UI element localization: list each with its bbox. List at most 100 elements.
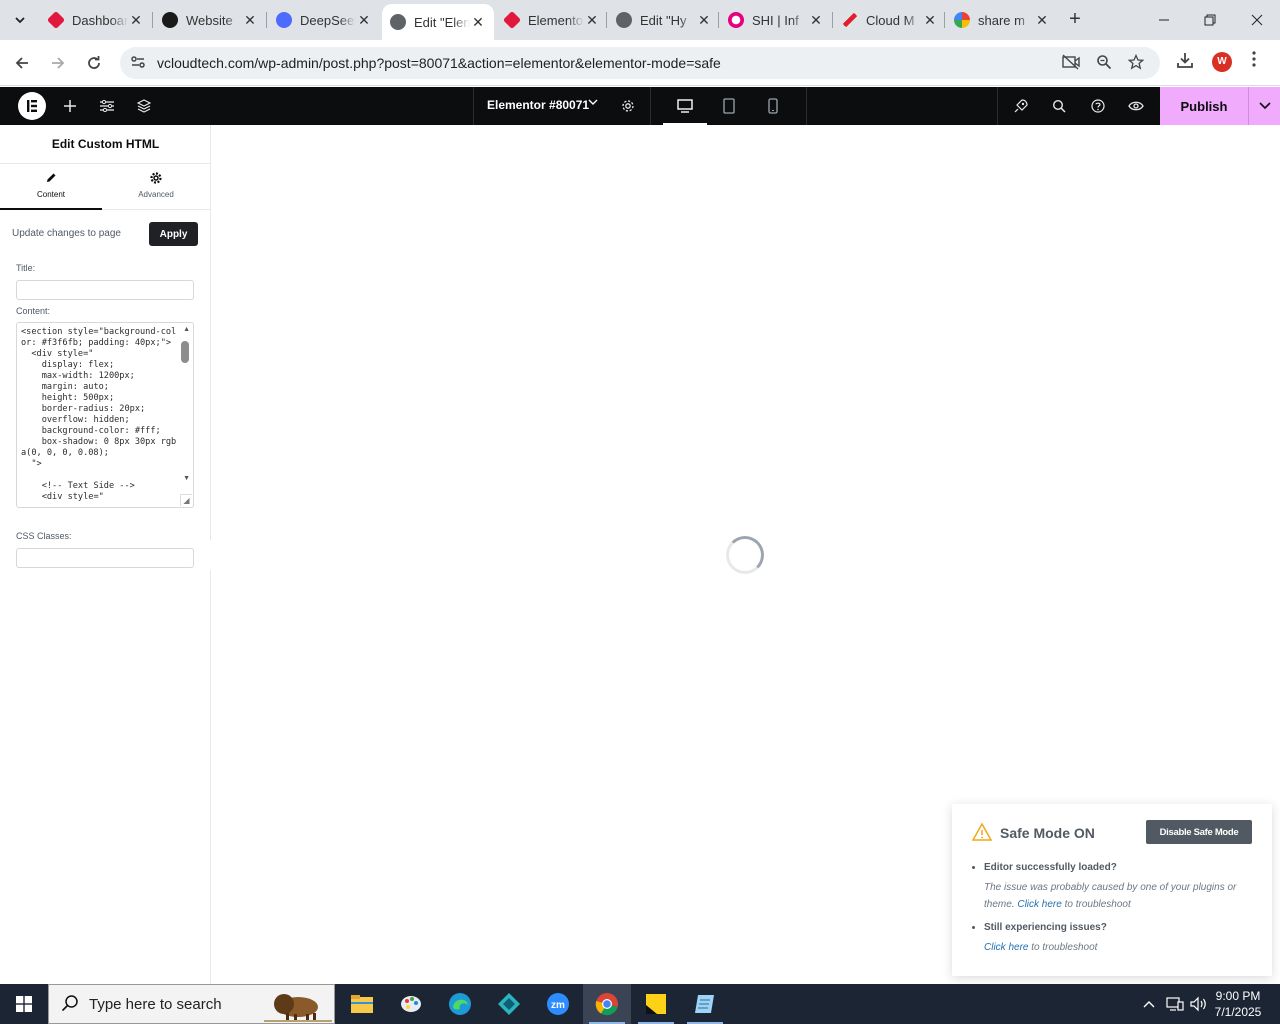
- restore-button[interactable]: [1187, 0, 1233, 40]
- camera-blocked-icon[interactable]: [1062, 54, 1080, 74]
- help-button[interactable]: [1088, 96, 1108, 116]
- document-title[interactable]: Elementor #80071: [487, 98, 589, 112]
- tray-expand-icon[interactable]: [1143, 996, 1155, 1011]
- browser-tab[interactable]: Dashboard ✕: [40, 4, 152, 36]
- clock-date: 7/1/2025: [1214, 1005, 1262, 1019]
- tablet-view-button[interactable]: [719, 96, 739, 116]
- network-icon[interactable]: [1166, 996, 1184, 1015]
- window-close-button[interactable]: [1234, 0, 1280, 40]
- tab-label: DeepSeek: [300, 12, 356, 28]
- add-element-button[interactable]: [60, 96, 80, 116]
- scrollbar-thumb[interactable]: [181, 341, 189, 363]
- finder-button[interactable]: [1049, 96, 1069, 116]
- start-button[interactable]: [0, 984, 48, 1024]
- close-icon[interactable]: ✕: [128, 12, 144, 29]
- download-icon[interactable]: [1176, 51, 1194, 74]
- list-item: Still experiencing issues? Click here to…: [984, 922, 1254, 956]
- browser-tab[interactable]: Cloud M ✕: [834, 4, 946, 36]
- close-icon[interactable]: ✕: [808, 12, 824, 29]
- tab-label: Advanced: [138, 190, 174, 199]
- content-label: Content:: [16, 306, 51, 316]
- page-settings-button[interactable]: [618, 96, 638, 116]
- browser-tab[interactable]: Elementor ✕: [496, 4, 608, 36]
- close-icon[interactable]: ✕: [242, 12, 258, 29]
- css-classes-input[interactable]: [16, 548, 194, 568]
- sticky-notes-app[interactable]: [632, 984, 680, 1024]
- taskbar-search[interactable]: Type here to search: [48, 984, 335, 1024]
- file-explorer-app[interactable]: [338, 984, 386, 1024]
- edge-app[interactable]: [436, 984, 484, 1024]
- site-settings-button[interactable]: [97, 96, 117, 116]
- taskbar-clock[interactable]: 9:00 PM 7/1/2025: [1210, 988, 1266, 1020]
- paint-app[interactable]: [387, 984, 435, 1024]
- close-icon[interactable]: ✕: [922, 12, 938, 29]
- item-title: Still experiencing issues?: [984, 922, 1107, 933]
- minimize-button[interactable]: [1141, 0, 1187, 40]
- notepad-app[interactable]: [681, 984, 729, 1024]
- arrow-right-icon: [52, 57, 65, 69]
- zoom-icon[interactable]: [1096, 54, 1112, 74]
- site-settings-icon[interactable]: [130, 54, 146, 73]
- back-button[interactable]: [10, 51, 34, 75]
- structure-button[interactable]: [134, 96, 154, 116]
- bookmark-star-icon[interactable]: [1127, 53, 1145, 74]
- tab-label: Cloud M: [866, 12, 915, 28]
- html-code-editor[interactable]: <section style="background-color: #f3f6f…: [16, 322, 194, 508]
- close-icon[interactable]: ✕: [584, 12, 600, 29]
- tab-advanced[interactable]: Advanced: [105, 164, 207, 210]
- address-bar[interactable]: vcloudtech.com/wp-admin/post.php?post=80…: [120, 47, 1160, 79]
- tab-label: Edit "Hy: [640, 12, 687, 28]
- disable-safe-mode-button[interactable]: Disable Safe Mode: [1146, 820, 1252, 844]
- notepad-icon: [695, 995, 714, 1013]
- desktop-icon: [677, 99, 693, 113]
- browser-tab[interactable]: Website ✕: [154, 4, 266, 36]
- plus-icon: [64, 100, 76, 112]
- close-icon[interactable]: ✕: [470, 14, 486, 31]
- zoom-app[interactable]: zm: [534, 984, 582, 1024]
- apply-button[interactable]: Apply: [149, 222, 198, 246]
- new-tab-button[interactable]: +: [1064, 9, 1086, 31]
- publish-options-button[interactable]: [1248, 87, 1280, 125]
- search-icon: [61, 994, 79, 1017]
- diamond-app-icon: [498, 993, 520, 1015]
- code-text[interactable]: <section style="background-color: #f3f6f…: [21, 327, 179, 503]
- forward-button[interactable]: [46, 51, 70, 75]
- desktop-view-button[interactable]: [675, 96, 695, 116]
- elementor-logo-button[interactable]: [18, 92, 46, 120]
- profile-avatar[interactable]: W: [1212, 52, 1232, 72]
- tab-content[interactable]: Content: [0, 164, 102, 210]
- edge-icon: [449, 993, 471, 1015]
- chrome-app[interactable]: [583, 984, 631, 1024]
- close-icon[interactable]: ✕: [1034, 12, 1050, 29]
- browser-tab[interactable]: DeepSeek ✕: [268, 4, 380, 36]
- browser-tab-active[interactable]: Edit "Elementor" ✕: [382, 4, 494, 40]
- browser-tab[interactable]: SHI | Inf ✕: [720, 4, 832, 36]
- app-icon[interactable]: [485, 984, 533, 1024]
- reload-button[interactable]: [82, 51, 106, 75]
- chevron-down-icon[interactable]: [588, 96, 598, 110]
- preview-button[interactable]: [1126, 96, 1146, 116]
- browser-tab[interactable]: share m ✕: [946, 4, 1058, 36]
- scroll-down-icon[interactable]: ▼: [183, 475, 190, 482]
- title-input[interactable]: [16, 280, 194, 300]
- close-icon[interactable]: ✕: [696, 12, 712, 29]
- tab-search-button[interactable]: [6, 8, 34, 32]
- menu-kebab-icon[interactable]: [1252, 51, 1256, 72]
- tablet-icon: [723, 98, 735, 114]
- divider: [806, 87, 807, 125]
- mobile-view-button[interactable]: [763, 96, 783, 116]
- title-label: Title:: [16, 263, 36, 273]
- close-icon[interactable]: ✕: [356, 12, 372, 29]
- scroll-up-icon[interactable]: ▲: [183, 326, 190, 333]
- tab-label: share m: [978, 12, 1025, 28]
- url-text[interactable]: vcloudtech.com/wp-admin/post.php?post=80…: [157, 55, 721, 71]
- resize-handle-icon[interactable]: ◢: [180, 494, 192, 506]
- troubleshoot-link[interactable]: Click here: [1017, 899, 1061, 910]
- notes-button[interactable]: [1011, 96, 1031, 116]
- troubleshoot-link[interactable]: Click here: [984, 942, 1028, 953]
- tab-favicon: [46, 10, 66, 30]
- publish-button[interactable]: Publish: [1160, 87, 1248, 125]
- browser-tab[interactable]: Edit "Hy ✕: [608, 4, 720, 36]
- gear-icon: [622, 100, 634, 112]
- volume-icon[interactable]: [1190, 996, 1208, 1015]
